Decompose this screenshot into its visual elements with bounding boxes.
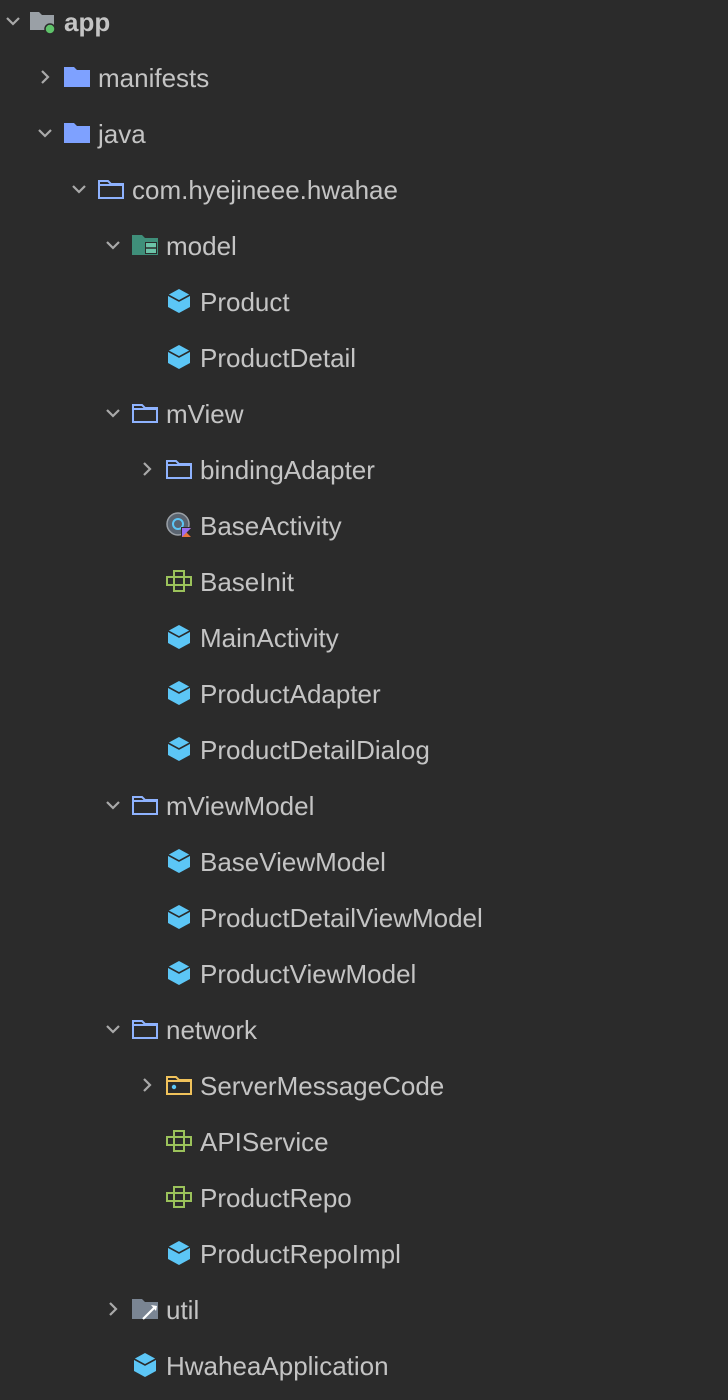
chevron-down-icon[interactable] (102, 234, 124, 256)
class-icon (164, 678, 194, 708)
class-icon (164, 342, 194, 372)
project-tree: app manifests java com.hyejineee.hwahae (0, 0, 728, 1400)
tree-label: ProductAdapter (200, 679, 381, 709)
tree-node-hwahea-application[interactable]: HwaheaApplication (0, 1344, 728, 1400)
tree-node-product-repo[interactable]: ProductRepo (0, 1176, 728, 1232)
tree-label: com.hyejineee.hwahae (132, 175, 398, 205)
tree-node-java[interactable]: java (0, 112, 728, 168)
tree-node-product[interactable]: Product (0, 280, 728, 336)
tree-label: ProductViewModel (200, 959, 417, 989)
tree-node-base-view-model[interactable]: BaseViewModel (0, 840, 728, 896)
resource-package-icon (130, 230, 160, 260)
chevron-right-icon[interactable] (34, 66, 56, 88)
tree-node-main-activity[interactable]: MainActivity (0, 616, 728, 672)
tree-node-product-view-model[interactable]: ProductViewModel (0, 952, 728, 1008)
tree-label: MainActivity (200, 623, 339, 653)
tree-node-base-activity[interactable]: BaseActivity (0, 504, 728, 560)
tree-node-mview[interactable]: mView (0, 392, 728, 448)
class-icon (164, 286, 194, 316)
package-icon (130, 1014, 160, 1044)
chevron-down-icon[interactable] (68, 178, 90, 200)
source-folder-icon (62, 118, 92, 148)
tree-node-model[interactable]: model (0, 224, 728, 280)
tree-label: HwaheaApplication (166, 1351, 389, 1381)
interface-icon (164, 566, 194, 596)
utility-folder-icon (130, 1294, 160, 1324)
tree-node-network[interactable]: network (0, 1008, 728, 1064)
chevron-right-icon[interactable] (136, 1074, 158, 1096)
tree-label: mViewModel (166, 791, 315, 821)
tree-label: BaseViewModel (200, 847, 386, 877)
tree-label: bindingAdapter (200, 455, 375, 485)
tree-label: java (98, 119, 146, 149)
tree-node-product-detail-dialog[interactable]: ProductDetailDialog (0, 728, 728, 784)
tree-label: util (166, 1295, 200, 1325)
tree-label: ProductDetail (200, 343, 357, 373)
tree-label: ProductDetailDialog (200, 735, 430, 765)
tree-node-api-service[interactable]: APIService (0, 1120, 728, 1176)
tree-label: ProductRepo (200, 1183, 352, 1213)
tree-node-product-adapter[interactable]: ProductAdapter (0, 672, 728, 728)
class-icon (164, 622, 194, 652)
tree-label: mView (166, 399, 244, 429)
package-icon (130, 790, 160, 820)
tree-node-server-message-code[interactable]: ServerMessageCode (0, 1064, 728, 1120)
package-icon (130, 398, 160, 428)
tree-node-manifests[interactable]: manifests (0, 56, 728, 112)
chevron-down-icon[interactable] (34, 122, 56, 144)
folder-icon (62, 62, 92, 92)
chevron-down-icon[interactable] (102, 1018, 124, 1040)
tree-node-product-detail-view-model[interactable]: ProductDetailViewModel (0, 896, 728, 952)
class-icon (164, 958, 194, 988)
tree-label: network (166, 1015, 258, 1045)
tree-label: ProductRepoImpl (200, 1239, 401, 1269)
tree-node-util[interactable]: util (0, 1288, 728, 1344)
class-icon (130, 1350, 160, 1380)
tree-node-product-repo-impl[interactable]: ProductRepoImpl (0, 1232, 728, 1288)
tree-node-package[interactable]: com.hyejineee.hwahae (0, 168, 728, 224)
chevron-down-icon[interactable] (102, 794, 124, 816)
tree-node-base-init[interactable]: BaseInit (0, 560, 728, 616)
tree-node-app[interactable]: app (0, 0, 728, 56)
abstract-kotlin-class-icon (164, 510, 194, 540)
tree-label: app (64, 7, 111, 37)
tree-label: Product (200, 287, 290, 317)
tree-node-product-detail[interactable]: ProductDetail (0, 336, 728, 392)
tree-node-mviewmodel[interactable]: mViewModel (0, 784, 728, 840)
module-folder-icon (28, 6, 58, 36)
interface-icon (164, 1182, 194, 1212)
tree-node-binding-adapter[interactable]: bindingAdapter (0, 448, 728, 504)
tree-label: BaseInit (200, 567, 294, 597)
enum-folder-icon (164, 1070, 194, 1100)
class-icon (164, 846, 194, 876)
class-icon (164, 902, 194, 932)
package-icon (96, 174, 126, 204)
tree-label: manifests (98, 63, 210, 93)
interface-icon (164, 1126, 194, 1156)
class-icon (164, 734, 194, 764)
chevron-down-icon[interactable] (2, 10, 24, 32)
tree-label: model (166, 231, 237, 261)
tree-label: BaseActivity (200, 511, 342, 541)
tree-label: ServerMessageCode (200, 1071, 445, 1101)
package-icon (164, 454, 194, 484)
chevron-down-icon[interactable] (102, 402, 124, 424)
tree-label: APIService (200, 1127, 329, 1157)
tree-label: ProductDetailViewModel (200, 903, 483, 933)
class-icon (164, 1238, 194, 1268)
chevron-right-icon[interactable] (102, 1298, 124, 1320)
chevron-right-icon[interactable] (136, 458, 158, 480)
